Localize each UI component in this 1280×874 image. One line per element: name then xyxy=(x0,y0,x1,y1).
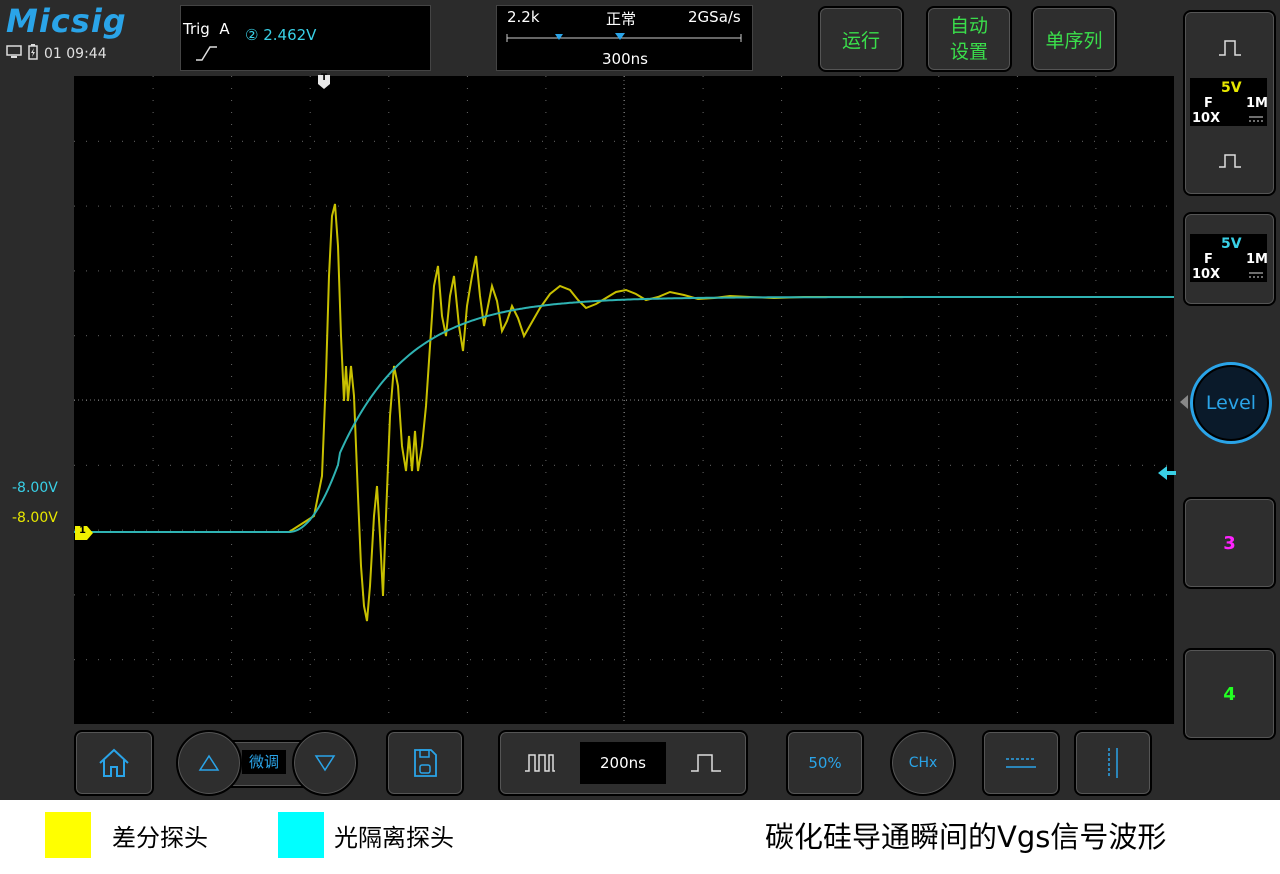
oscilloscope-app: Micsig 01 09:44 Trig A ② 2.462V 2.2k 正常 … xyxy=(0,0,1280,800)
trigger-marker-label: T xyxy=(321,73,328,83)
wide-pulse-icon xyxy=(691,754,721,772)
save-button[interactable] xyxy=(386,730,464,796)
ch3-label: 3 xyxy=(1223,532,1236,554)
increase-button[interactable] xyxy=(176,730,242,796)
fine-adjust-label[interactable]: 微调 xyxy=(242,750,286,774)
ch1-probe: 10X xyxy=(1192,111,1221,126)
ch1-ground-marker[interactable]: 1 xyxy=(75,525,93,540)
ch4-button[interactable]: 4 xyxy=(1183,648,1276,740)
level-knob-button[interactable]: Level xyxy=(1190,362,1272,444)
single-sequence-button[interactable]: 单序列 xyxy=(1031,6,1117,72)
yellow-legend-label: 差分探头 xyxy=(112,824,208,852)
yellow-legend-swatch xyxy=(45,812,91,858)
ch1-coupling: F xyxy=(1204,96,1213,111)
triangle-up-icon xyxy=(198,754,220,771)
timebase-panel[interactable]: 2.2k 正常 2GSa/s 300ns xyxy=(496,5,753,71)
cyan-legend-swatch xyxy=(278,812,324,858)
micsig-logo: Micsig xyxy=(6,2,127,40)
horizontal-cursor-icon xyxy=(1006,758,1036,768)
clock-text: 01 09:44 xyxy=(44,46,107,62)
battery-icon xyxy=(28,44,38,64)
timebase-zoom-in-button[interactable] xyxy=(666,732,746,794)
ch2-impedance: 1M xyxy=(1246,252,1268,267)
pulse-icon xyxy=(1219,40,1241,56)
dc-coupling-icon xyxy=(1249,116,1263,122)
monitor-icon xyxy=(6,45,22,63)
decrease-button[interactable] xyxy=(292,730,358,796)
auto-setup-line1: 自动 xyxy=(949,15,988,37)
home-icon xyxy=(99,748,129,777)
fine-adjust-group: 微调 xyxy=(176,730,358,796)
pulse-small-icon xyxy=(1219,154,1241,168)
timebase-zoom-out-button[interactable] xyxy=(500,732,580,794)
ch1-offset-label: -8.00V xyxy=(12,510,58,526)
run-button[interactable]: 运行 xyxy=(818,6,904,72)
chx-button[interactable]: CHx xyxy=(890,730,956,796)
level-label: Level xyxy=(1205,392,1257,414)
acquisition-mode: 正常 xyxy=(606,10,637,28)
vertical-cursor-button[interactable] xyxy=(1074,730,1152,796)
ch4-label: 4 xyxy=(1223,683,1236,705)
memory-depth: 2.2k xyxy=(507,8,540,26)
horizontal-position: 300ns xyxy=(602,50,648,68)
ch1-marker-label: 1 xyxy=(79,525,86,536)
ch2-coupling: F xyxy=(1204,252,1213,267)
figure-caption: 碳化硅导通瞬间的Vgs信号波形 xyxy=(765,820,1167,854)
ch1-settings-box[interactable]: 5V F 1M 10X xyxy=(1190,78,1268,126)
save-icon xyxy=(414,749,437,777)
horizontal-cursor-button[interactable] xyxy=(982,730,1060,796)
trigger-label: Trig A xyxy=(183,20,230,38)
vertical-cursor-icon xyxy=(1108,748,1118,778)
triangle-down-icon xyxy=(314,755,336,772)
ch2-offset-label: -8.00V xyxy=(12,480,58,496)
ch2-probe: 10X xyxy=(1192,267,1221,282)
cyan-legend-label: 光隔离探头 xyxy=(334,824,454,852)
status-bar: 01 09:44 xyxy=(6,44,107,64)
timebase-control: 200ns xyxy=(498,730,748,796)
ch2-panel[interactable]: 5V F 1M 10X xyxy=(1183,212,1276,306)
auto-setup-button[interactable]: 自动 设置 xyxy=(926,6,1012,72)
home-button[interactable] xyxy=(74,730,154,796)
ch1-panel[interactable]: 5V F 1M 10X xyxy=(1183,10,1276,196)
auto-setup-line2: 设置 xyxy=(949,41,988,63)
trigger-level-readout: ② 2.462V xyxy=(245,26,317,44)
ch1-scale: 5V xyxy=(1221,80,1242,96)
chx-label: CHx xyxy=(908,755,938,771)
level-left-arrow-icon xyxy=(1180,394,1188,413)
dc-coupling-icon xyxy=(1249,272,1263,278)
memory-position-bar xyxy=(506,33,742,42)
rising-edge-icon xyxy=(195,44,219,66)
ch2-scale: 5V xyxy=(1221,236,1242,252)
sample-rate: 2GSa/s xyxy=(688,8,741,26)
ch2-level-arrow[interactable] xyxy=(1158,465,1176,484)
waveform-grid xyxy=(74,76,1174,724)
ch1-impedance: 1M xyxy=(1246,96,1268,111)
timebase-value: 200ns xyxy=(580,742,666,784)
ch3-button[interactable]: 3 xyxy=(1183,497,1276,589)
trigger-position-marker[interactable]: T xyxy=(318,73,330,89)
waveform-display[interactable] xyxy=(74,76,1174,724)
dense-pulse-icon xyxy=(525,754,555,772)
fifty-percent-button[interactable]: 50% xyxy=(786,730,864,796)
ch2-settings-box[interactable]: 5V F 1M 10X xyxy=(1190,234,1268,282)
trigger-panel[interactable]: Trig A ② 2.462V xyxy=(180,5,431,71)
